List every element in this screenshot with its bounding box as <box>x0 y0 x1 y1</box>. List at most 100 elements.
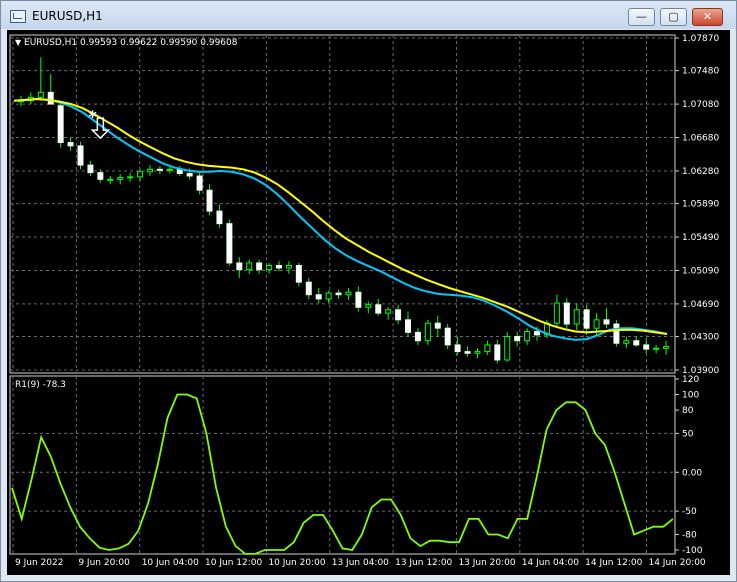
candle <box>474 351 481 354</box>
candle <box>246 262 253 271</box>
price-tick-label: 1.04690 <box>682 300 719 310</box>
chart-area[interactable]: 1.07870 1.07480 1.07080 1.06680 1.06280 1.058… <box>7 30 730 575</box>
price-tick-label: 1.06280 <box>682 167 719 177</box>
candle <box>196 175 203 191</box>
candle <box>345 291 352 296</box>
chart-canvas[interactable]: 1.07870 1.07480 1.07080 1.06680 1.06280 1.058… <box>7 30 730 575</box>
time-tick-label: 14 Jun 12:00 <box>585 558 642 568</box>
candle <box>236 262 243 271</box>
candle <box>534 331 541 336</box>
candle <box>266 264 273 271</box>
indicator-line <box>11 393 674 555</box>
candle <box>553 302 560 324</box>
close-icon: ✕ <box>702 10 713 23</box>
price-tick-label: 1.05890 <box>682 200 719 210</box>
candle <box>186 172 193 177</box>
candle <box>77 145 84 166</box>
candle <box>424 322 431 342</box>
time-tick-label: 9 Jun 20:00 <box>78 558 130 568</box>
candle <box>653 347 660 350</box>
candle <box>494 344 501 361</box>
candle <box>305 281 312 296</box>
indicator-tick-label: 80 <box>682 406 694 416</box>
candle <box>206 189 213 212</box>
price-tick-label: 1.05490 <box>682 233 719 243</box>
candle <box>117 177 124 180</box>
candle <box>355 291 362 308</box>
time-tick-label: 10 Jun 04:00 <box>142 558 199 568</box>
title-bar[interactable]: EURUSD,H1 — ▢ ✕ <box>1 1 736 29</box>
candle <box>216 210 223 225</box>
minimize-icon: — <box>636 10 647 23</box>
candle <box>583 309 590 329</box>
ohlc-readout: 0.99593 0.99622 0.99590 0.99608 <box>80 38 238 48</box>
candle <box>414 331 421 342</box>
maximize-icon: ▢ <box>668 10 679 23</box>
time-tick-label: 10 Jun 20:00 <box>268 558 325 568</box>
candle <box>325 292 332 300</box>
candle <box>37 91 44 98</box>
time-tick-label: 14 Jun 20:00 <box>648 558 705 568</box>
candle <box>524 331 531 342</box>
candle <box>643 344 650 350</box>
symbol-header: ▼ EURUSD,H1 0.99593 0.99622 0.99590 0.99… <box>15 38 237 48</box>
indicator-tick-label: -80 <box>682 530 697 540</box>
candle <box>434 322 441 329</box>
candle <box>504 336 511 361</box>
candle <box>365 304 372 308</box>
chart-window: EURUSD,H1 — ▢ ✕ 1.07870 1.07480 1.07080 1.0… <box>0 0 737 582</box>
price-tick-label: 1.07870 <box>682 34 719 44</box>
indicator-tick-label: 120 <box>682 375 699 385</box>
price-tick-label: 1.06680 <box>682 134 719 144</box>
time-tick-label: 13 Jun 20:00 <box>458 558 515 568</box>
candle <box>107 178 114 181</box>
candle <box>563 302 570 325</box>
candle <box>226 223 233 264</box>
price-tick-label: 1.07480 <box>682 67 719 77</box>
window-title: EURUSD,H1 <box>32 9 103 23</box>
candle <box>395 309 402 321</box>
time-tick-label: 9 Jun 2022 <box>15 558 63 568</box>
candle <box>87 164 94 174</box>
price-tick-label: 1.04300 <box>682 333 719 343</box>
candle <box>484 344 491 353</box>
candle <box>67 142 74 147</box>
time-tick-label: 13 Jun 12:00 <box>395 558 452 568</box>
candle <box>623 340 630 344</box>
candle <box>514 336 521 342</box>
candle <box>146 168 153 173</box>
minimize-button[interactable]: — <box>628 8 655 26</box>
time-tick-label: 10 Jun 12:00 <box>205 558 262 568</box>
signal-star-icon: * <box>88 107 97 126</box>
candle <box>454 344 461 353</box>
close-button[interactable]: ✕ <box>692 8 723 26</box>
candle <box>385 309 392 314</box>
candle <box>275 264 282 269</box>
candle <box>573 309 580 325</box>
time-tick-label: 14 Jun 04:00 <box>522 558 579 568</box>
candle <box>593 319 600 329</box>
candle <box>97 172 104 180</box>
dropdown-triangle-icon[interactable]: ▼ <box>15 38 21 47</box>
candle <box>256 262 263 271</box>
candle <box>295 264 302 283</box>
candle <box>405 319 412 333</box>
candle <box>335 292 342 296</box>
indicator-tick-label: 100 <box>682 391 699 401</box>
indicator-tick-label: -100 <box>682 546 703 556</box>
candle <box>166 168 173 171</box>
price-tick-label: 1.05090 <box>682 266 719 276</box>
candle <box>375 304 382 314</box>
candle <box>285 264 292 269</box>
time-tick-label: 13 Jun 04:00 <box>332 558 389 568</box>
candle <box>315 294 322 300</box>
candle <box>47 91 54 105</box>
candle <box>156 168 163 171</box>
maximize-button[interactable]: ▢ <box>660 8 687 26</box>
chart-window-icon <box>10 10 26 23</box>
candle <box>127 176 134 179</box>
candle <box>444 327 451 346</box>
indicator-header: R1(9) -78.3 <box>15 380 66 390</box>
candle <box>663 346 670 349</box>
candle <box>57 105 64 144</box>
